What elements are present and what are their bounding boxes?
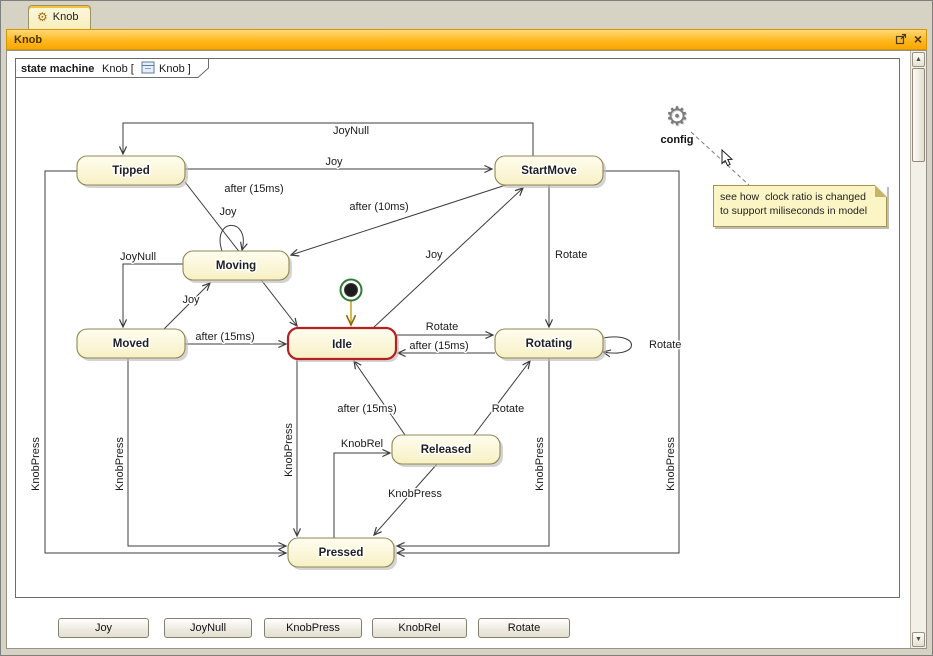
state-machine-gear-icon: ⚙ — [37, 11, 48, 23]
diagram-tab-bar: ⚙ Knob — [6, 3, 927, 29]
state-name: Pressed — [319, 547, 364, 559]
transition-knobrel-pressed-released[interactable] — [334, 453, 390, 538]
transition-joy-moved-moving[interactable] — [164, 283, 210, 329]
state-idle-active[interactable]: Idle — [288, 328, 399, 362]
transition-label[interactable]: Joy — [219, 206, 237, 218]
config-label: config — [661, 134, 694, 146]
frame-name-label: Knob [ — [102, 63, 134, 75]
state-pressed[interactable]: Pressed — [288, 538, 397, 570]
sim-button-rotate[interactable]: Rotate — [478, 618, 570, 638]
state-moved[interactable]: Moved — [77, 329, 188, 361]
state-machine-diagram-icon — [142, 62, 154, 73]
transition-after10-startmove-moving[interactable] — [291, 185, 506, 255]
transition-label[interactable]: KnobRel — [341, 438, 383, 450]
state-startmove[interactable]: StartMove — [495, 156, 606, 188]
transition-label[interactable]: Rotate — [492, 403, 524, 415]
state-rotating[interactable]: Rotating — [495, 329, 606, 361]
transition-label[interactable]: Joy — [425, 249, 443, 261]
transition-label[interactable]: KnobPress — [283, 423, 295, 477]
state-name: Moving — [216, 260, 256, 272]
sim-button-knobrel[interactable]: KnobRel — [372, 618, 467, 638]
note-comment[interactable]: see how clock ratio is changed to suppor… — [713, 185, 887, 227]
config-gear-icon: ⚙ — [648, 103, 706, 130]
transition-knobpress-tipped-pressed[interactable] — [45, 171, 286, 553]
tab-label: Knob — [53, 11, 79, 23]
transition-label[interactable]: Rotate — [649, 339, 681, 351]
frame-kind-label: state machine — [21, 63, 94, 75]
transition-after15-released-idle[interactable] — [354, 361, 405, 435]
state-name: Released — [421, 444, 472, 456]
mouse-cursor-icon — [722, 150, 732, 166]
sim-button-joy[interactable]: Joy — [58, 618, 149, 638]
state-moving[interactable]: Moving — [183, 251, 292, 283]
transition-label[interactable]: KnobPress — [388, 488, 442, 500]
transition-rotate-rotating-self[interactable] — [603, 337, 632, 353]
transition-knobpress-moved-pressed[interactable] — [128, 358, 286, 546]
transition-joy-moving-self[interactable] — [220, 225, 243, 251]
pane-title: Knob — [7, 34, 42, 46]
transition-label[interactable]: KnobPress — [534, 437, 546, 491]
transition-label[interactable]: JoyNull — [120, 251, 156, 263]
sim-button-knobpress[interactable]: KnobPress — [264, 618, 362, 638]
sim-button-joynull[interactable]: JoyNull — [164, 618, 252, 638]
transition-label[interactable]: JoyNull — [333, 125, 369, 137]
config-element[interactable]: ⚙ config — [648, 103, 706, 148]
transition-label[interactable]: KnobPress — [114, 437, 126, 491]
transition-joynull-moving-moved[interactable] — [123, 264, 183, 327]
state-name: Moved — [113, 338, 149, 350]
transition-rotate-released-rotating[interactable] — [474, 361, 530, 435]
transition-label[interactable]: Joy — [182, 294, 200, 306]
state-released[interactable]: Released — [392, 435, 503, 467]
transition-label[interactable]: after (15ms) — [224, 183, 283, 195]
tab-knob[interactable]: ⚙ Knob — [28, 5, 91, 29]
knob-pane-window: ⚙ Knob Knob × — [0, 0, 933, 656]
scrollbar-thumb[interactable] — [912, 68, 925, 162]
transition-label[interactable]: Rotate — [555, 249, 587, 261]
vertical-scrollbar[interactable]: ▲ ▼ — [910, 51, 926, 648]
state-name: Tipped — [112, 165, 149, 177]
diagram-canvas[interactable]: state machine Knob [ Knob ] — [6, 50, 927, 649]
transition-label[interactable]: after (15ms) — [195, 331, 254, 343]
state-name: Idle — [332, 339, 352, 351]
initial-pseudostate[interactable] — [341, 280, 362, 326]
state-name: Rotating — [526, 338, 573, 350]
transition-label[interactable]: KnobPress — [30, 437, 42, 491]
state-tipped[interactable]: Tipped — [77, 156, 188, 188]
restore-window-icon[interactable] — [895, 33, 907, 45]
close-icon[interactable]: × — [914, 32, 922, 46]
scroll-down-icon[interactable]: ▼ — [912, 632, 925, 647]
state-machine-diagram: state machine Knob [ Knob ] — [7, 51, 912, 649]
transition-label[interactable]: Rotate — [426, 321, 458, 333]
transition-joynull-startmove-tipped[interactable] — [123, 123, 533, 156]
scroll-up-icon[interactable]: ▲ — [912, 52, 925, 67]
transition-label[interactable]: after (15ms) — [409, 340, 468, 352]
state-name: StartMove — [521, 165, 577, 177]
frame-ref-label: Knob ] — [159, 63, 191, 75]
transition-label[interactable]: Joy — [325, 156, 343, 168]
transition-label[interactable]: KnobPress — [665, 437, 677, 491]
transition-label[interactable]: after (10ms) — [349, 201, 408, 213]
pane-titlebar: Knob × — [6, 29, 927, 50]
transition-label[interactable]: after (15ms) — [337, 403, 396, 415]
